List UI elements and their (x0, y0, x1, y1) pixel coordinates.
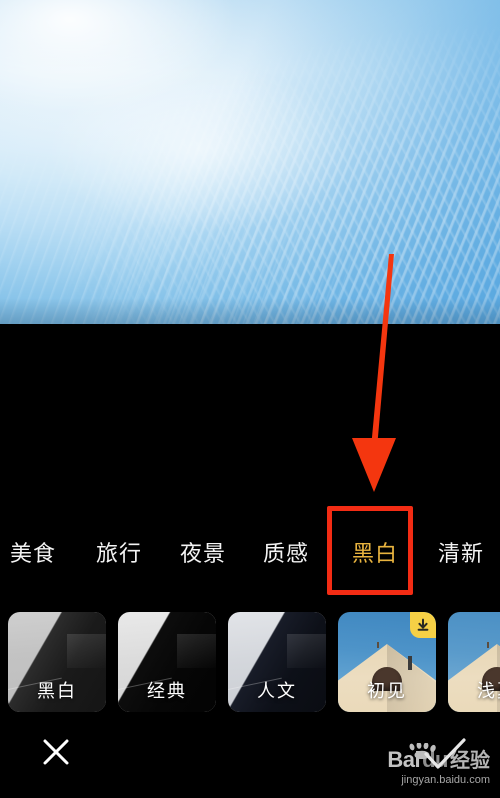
thumb-label: 经典 (147, 681, 187, 702)
filter-thumb-chujian[interactable]: 初见 (338, 612, 436, 712)
filter-thumbnail-row[interactable]: 黑白 经典 人文 初见 浅 (0, 612, 500, 714)
tab-yejing[interactable]: 夜景 (180, 536, 226, 568)
watermark-check-icon (424, 738, 466, 769)
bottom-action-bar: Bai du 经验 jingyan.baidu.com (0, 714, 500, 798)
filter-category-tabs: 美食 旅行 夜景 质感 黑白 清新 (0, 527, 500, 577)
thumb-label: 黑白 (37, 681, 77, 702)
filter-thumb-renwen[interactable]: 人文 (228, 612, 326, 712)
thumb-label: 初见 (367, 681, 407, 702)
watermark-url-text: jingyan.baidu.com (401, 774, 490, 786)
thumb-label: 浅夏 (477, 681, 500, 702)
sky-photo-preview[interactable] (0, 0, 500, 324)
tab-qingxin[interactable]: 清新 (438, 536, 484, 568)
baidu-jingyan-watermark: Bai du 经验 jingyan.baidu.com (358, 738, 490, 790)
thumb-label: 人文 (257, 681, 297, 702)
download-icon[interactable] (410, 612, 436, 638)
tab-meishi[interactable]: 美食 (10, 536, 56, 568)
filter-thumb-heibai[interactable]: 黑白 (8, 612, 106, 712)
tab-zhigan[interactable]: 质感 (263, 536, 309, 568)
filter-thumb-jingdian[interactable]: 经典 (118, 612, 216, 712)
filter-thumb-qianxia[interactable]: 浅夏 (448, 612, 500, 712)
tab-heibai[interactable]: 黑白 (352, 536, 398, 568)
cloud-haze-overlay (0, 0, 500, 324)
close-x-icon (43, 739, 69, 765)
close-button[interactable] (38, 734, 74, 770)
photo-bottom-fade (0, 298, 500, 324)
tab-lvxing[interactable]: 旅行 (96, 536, 142, 568)
photo-filter-screen: 美食 旅行 夜景 质感 黑白 清新 黑白 经典 人文 初见 浅 Bai du 经… (0, 0, 500, 798)
